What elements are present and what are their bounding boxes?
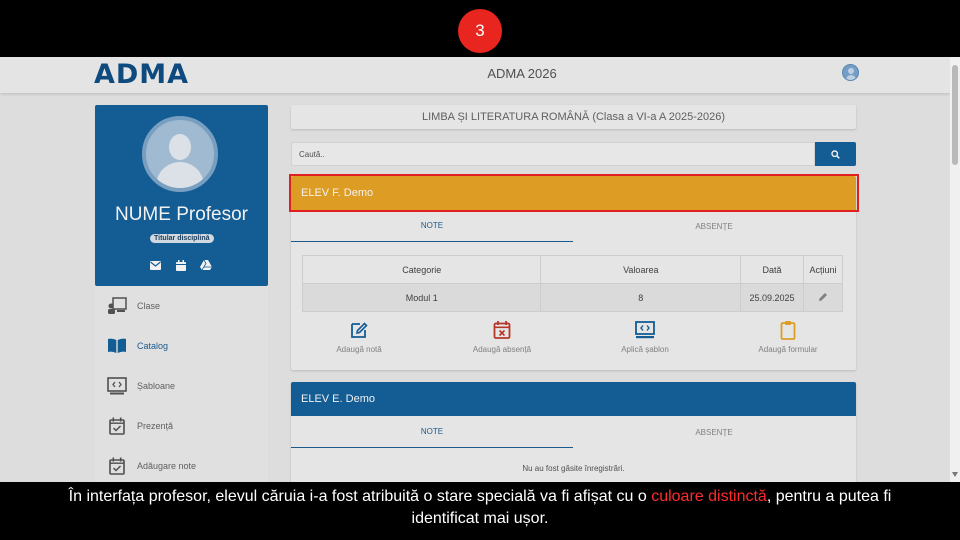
class-teacher-icon — [108, 297, 127, 314]
sidebar-item-label: Clase — [137, 301, 161, 311]
column-header: Valoarea — [540, 255, 742, 284]
caption-text: identificat mai ușor. — [411, 510, 549, 527]
search-input[interactable] — [292, 143, 814, 165]
column-header: Categorie — [301, 255, 542, 284]
book-open-icon — [108, 338, 126, 353]
tab-absente[interactable]: ABSENȚE — [573, 416, 855, 448]
tab-absente[interactable]: ABSENȚE — [573, 210, 855, 242]
sidebar-menu: Clase Catalog Șabloane Prezență Adăugare… — [95, 286, 268, 482]
edit-pencil-icon[interactable] — [818, 292, 828, 302]
role-badge: Titular disciplină — [150, 234, 214, 243]
sidebar-item-label: Catalog — [137, 341, 169, 351]
tutorial-caption: În interfața profesor, elevul căruia i-a… — [0, 486, 960, 530]
sidebar-item-prezenta[interactable]: Prezență — [95, 406, 268, 446]
profile-avatar — [142, 116, 218, 192]
app-title: ADMA 2026 — [487, 66, 557, 81]
caption-text: În interfața profesor, elevul căruia i-a… — [68, 488, 652, 505]
student-tabs: NOTE ABSENȚE — [291, 210, 856, 242]
sidebar-item-sabloane[interactable]: Șabloane — [95, 366, 268, 406]
student-panel: ELEV E. Demo NOTE ABSENȚE Nu au fost găs… — [291, 382, 856, 482]
sidebar-item-adaugare-note[interactable]: Adăugare note — [95, 446, 268, 482]
calendar-x-icon — [493, 321, 511, 339]
add-absence-button[interactable]: Adaugă absență — [427, 320, 577, 354]
tab-note[interactable]: NOTE — [291, 210, 573, 242]
table-row: Modul 1 8 25.09.2025 — [301, 283, 843, 312]
apply-template-button[interactable]: Aplică șablon — [570, 320, 720, 354]
column-header: Dată — [740, 255, 805, 284]
tab-note[interactable]: NOTE — [291, 416, 573, 448]
action-label: Aplică șablon — [621, 345, 669, 354]
user-avatar-icon[interactable] — [842, 64, 859, 81]
calendar-check-icon — [109, 417, 125, 435]
table-header-row: Categorie Valoarea Dată Acțiuni — [301, 255, 843, 284]
sidebar-item-catalog[interactable]: Catalog — [95, 326, 268, 366]
student-tabs: NOTE ABSENȚE — [291, 416, 856, 448]
column-header: Acțiuni — [803, 255, 843, 284]
calendar-check-icon — [109, 457, 125, 475]
scroll-down-icon[interactable] — [952, 472, 958, 477]
add-form-button[interactable]: Adaugă formular — [713, 320, 863, 354]
step-number-badge: 3 — [458, 9, 502, 53]
mail-icon[interactable] — [150, 260, 161, 270]
action-label: Adaugă notă — [336, 345, 382, 354]
student-actions: Adaugă notă Adaugă absență Aplică șablon… — [291, 320, 856, 362]
cell-actiuni — [803, 283, 843, 312]
template-code-icon — [107, 377, 127, 395]
cell-data: 25.09.2025 — [740, 283, 805, 312]
app-viewport: ADMA ADMA 2026 NUME Profesor Titular dis… — [0, 57, 960, 482]
sidebar-item-clase[interactable]: Clase — [95, 286, 268, 326]
page-scrollbar[interactable] — [950, 57, 960, 482]
drive-icon[interactable] — [200, 260, 212, 270]
calendar-icon[interactable] — [175, 259, 186, 271]
tutorial-frame: 3 ADMA ADMA 2026 NUME Profesor Titular d… — [0, 0, 960, 540]
student-header[interactable]: ELEV E. Demo — [291, 382, 856, 416]
search-button[interactable] — [815, 142, 856, 166]
highlight-frame — [289, 174, 859, 212]
profile-name: NUME Profesor — [114, 204, 249, 225]
grades-table: Categorie Valoarea Dată Acțiuni Modul 1 … — [301, 255, 843, 312]
caption-text: , pentru a putea fi — [766, 488, 892, 505]
scrollbar-thumb[interactable] — [952, 65, 958, 165]
edit-note-icon — [351, 322, 368, 338]
clipboard-icon — [780, 321, 796, 340]
profile-quick-links — [150, 259, 212, 271]
caption-highlight: culoare distinctă — [651, 488, 767, 505]
cell-valoarea: 8 — [540, 283, 742, 312]
subject-title-bar: LIMBA ȘI LITERATURA ROMÂNĂ (Clasa a VI-a… — [291, 105, 856, 129]
add-grade-button[interactable]: Adaugă notă — [284, 320, 434, 354]
cell-categorie: Modul 1 — [301, 283, 542, 312]
template-code-icon — [635, 321, 655, 339]
action-label: Adaugă formular — [758, 345, 818, 354]
sidebar-item-label: Prezență — [137, 421, 174, 431]
app-header: ADMA ADMA 2026 — [0, 57, 950, 93]
empty-state-message: Nu au fost găsite înregistrări. — [522, 464, 625, 473]
sidebar-item-label: Șabloane — [137, 381, 176, 391]
search-icon — [831, 149, 840, 159]
sidebar-item-label: Adăugare note — [137, 461, 197, 471]
search-field[interactable] — [291, 142, 815, 166]
profile-card: NUME Profesor Titular disciplină — [95, 105, 268, 286]
action-label: Adaugă absență — [472, 345, 532, 354]
